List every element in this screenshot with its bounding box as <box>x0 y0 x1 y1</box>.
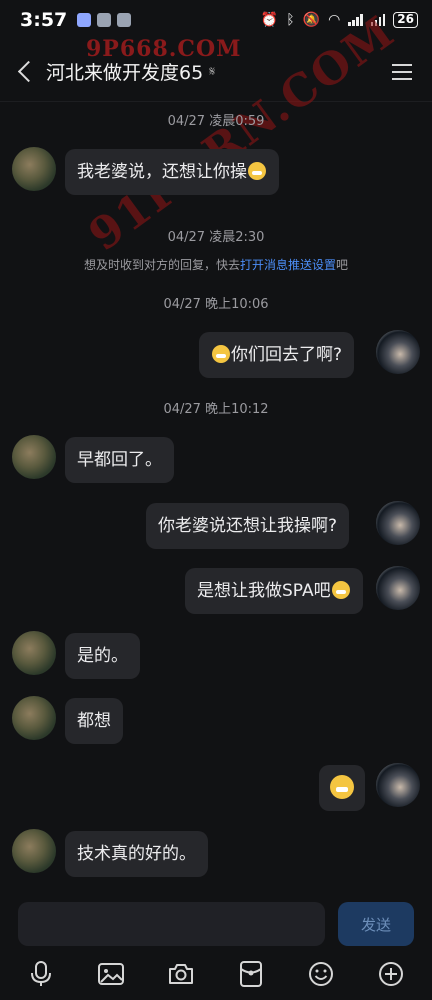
wifi-icon: ◠ <box>328 12 341 28</box>
message-bubble[interactable]: 你老婆说还想让我操啊? <box>146 503 350 549</box>
push-settings-link[interactable]: 打开消息推送设置 <box>240 258 336 272</box>
earpiece-icon: 𝄋 <box>209 63 216 80</box>
message-bubble[interactable]: 是想让我做SPA吧 <box>185 568 363 614</box>
timestamp: 04/27 晚上10:12 <box>163 402 269 417</box>
battery-indicator: 26 <box>393 12 418 28</box>
avatar[interactable] <box>12 435 56 479</box>
image-icon[interactable] <box>96 959 126 989</box>
message-bubble[interactable]: 早都回了。 <box>65 437 174 483</box>
send-button[interactable]: 发送 <box>338 902 414 946</box>
avatar[interactable] <box>376 330 420 374</box>
message-input[interactable] <box>18 902 325 946</box>
avatar[interactable] <box>376 566 420 610</box>
grin-emoji-icon <box>331 581 350 599</box>
mail-notification-icon <box>97 13 112 27</box>
message-bubble[interactable]: 都想 <box>65 698 123 744</box>
avatar[interactable] <box>376 501 420 545</box>
avatar[interactable] <box>12 147 56 191</box>
avatar[interactable] <box>12 696 56 740</box>
emoji-icon[interactable] <box>306 959 336 989</box>
app-notification-icon <box>77 13 92 27</box>
laugh-emoji-icon <box>330 775 354 799</box>
message-bubble[interactable]: 技术真的好的。 <box>65 831 208 877</box>
mail-notification-icon <box>117 13 132 27</box>
message-bubble[interactable]: 你们回去了啊? <box>199 332 355 378</box>
mute-icon: 🔕 <box>302 12 321 28</box>
camera-icon[interactable] <box>166 959 196 989</box>
bluetooth-icon: ᛒ <box>286 12 295 28</box>
status-time: 3:57 <box>20 9 68 31</box>
avatar[interactable] <box>12 829 56 873</box>
menu-icon[interactable] <box>392 64 412 85</box>
timestamp: 04/27 晚上10:06 <box>163 297 269 312</box>
input-toolbar <box>0 952 432 996</box>
microphone-icon[interactable] <box>26 959 56 989</box>
avatar[interactable] <box>12 631 56 675</box>
watermark: 9P668.COM <box>86 36 242 62</box>
input-bar: 发送 <box>0 894 432 954</box>
avatar[interactable] <box>376 763 420 807</box>
message-bubble[interactable]: 是的。 <box>65 633 140 679</box>
chat-title: 河北来做开发度65 <box>46 62 204 84</box>
message-bubble[interactable] <box>319 765 365 811</box>
alarm-icon: ⏰ <box>260 12 279 28</box>
laugh-emoji-icon <box>248 162 266 180</box>
plus-icon[interactable] <box>376 959 406 989</box>
push-notice: 想及时收到对方的回复，快去打开消息推送设置吧 <box>83 258 349 272</box>
timestamp: 04/27 凌晨2:30 <box>167 230 265 245</box>
message-bubble[interactable]: 我老婆说，还想让你操 <box>65 149 279 195</box>
red-packet-icon[interactable] <box>236 959 266 989</box>
grin-emoji-icon <box>212 345 230 363</box>
back-arrow-icon[interactable] <box>14 60 38 84</box>
timestamp: 04/27 凌晨0:59 <box>167 114 265 129</box>
